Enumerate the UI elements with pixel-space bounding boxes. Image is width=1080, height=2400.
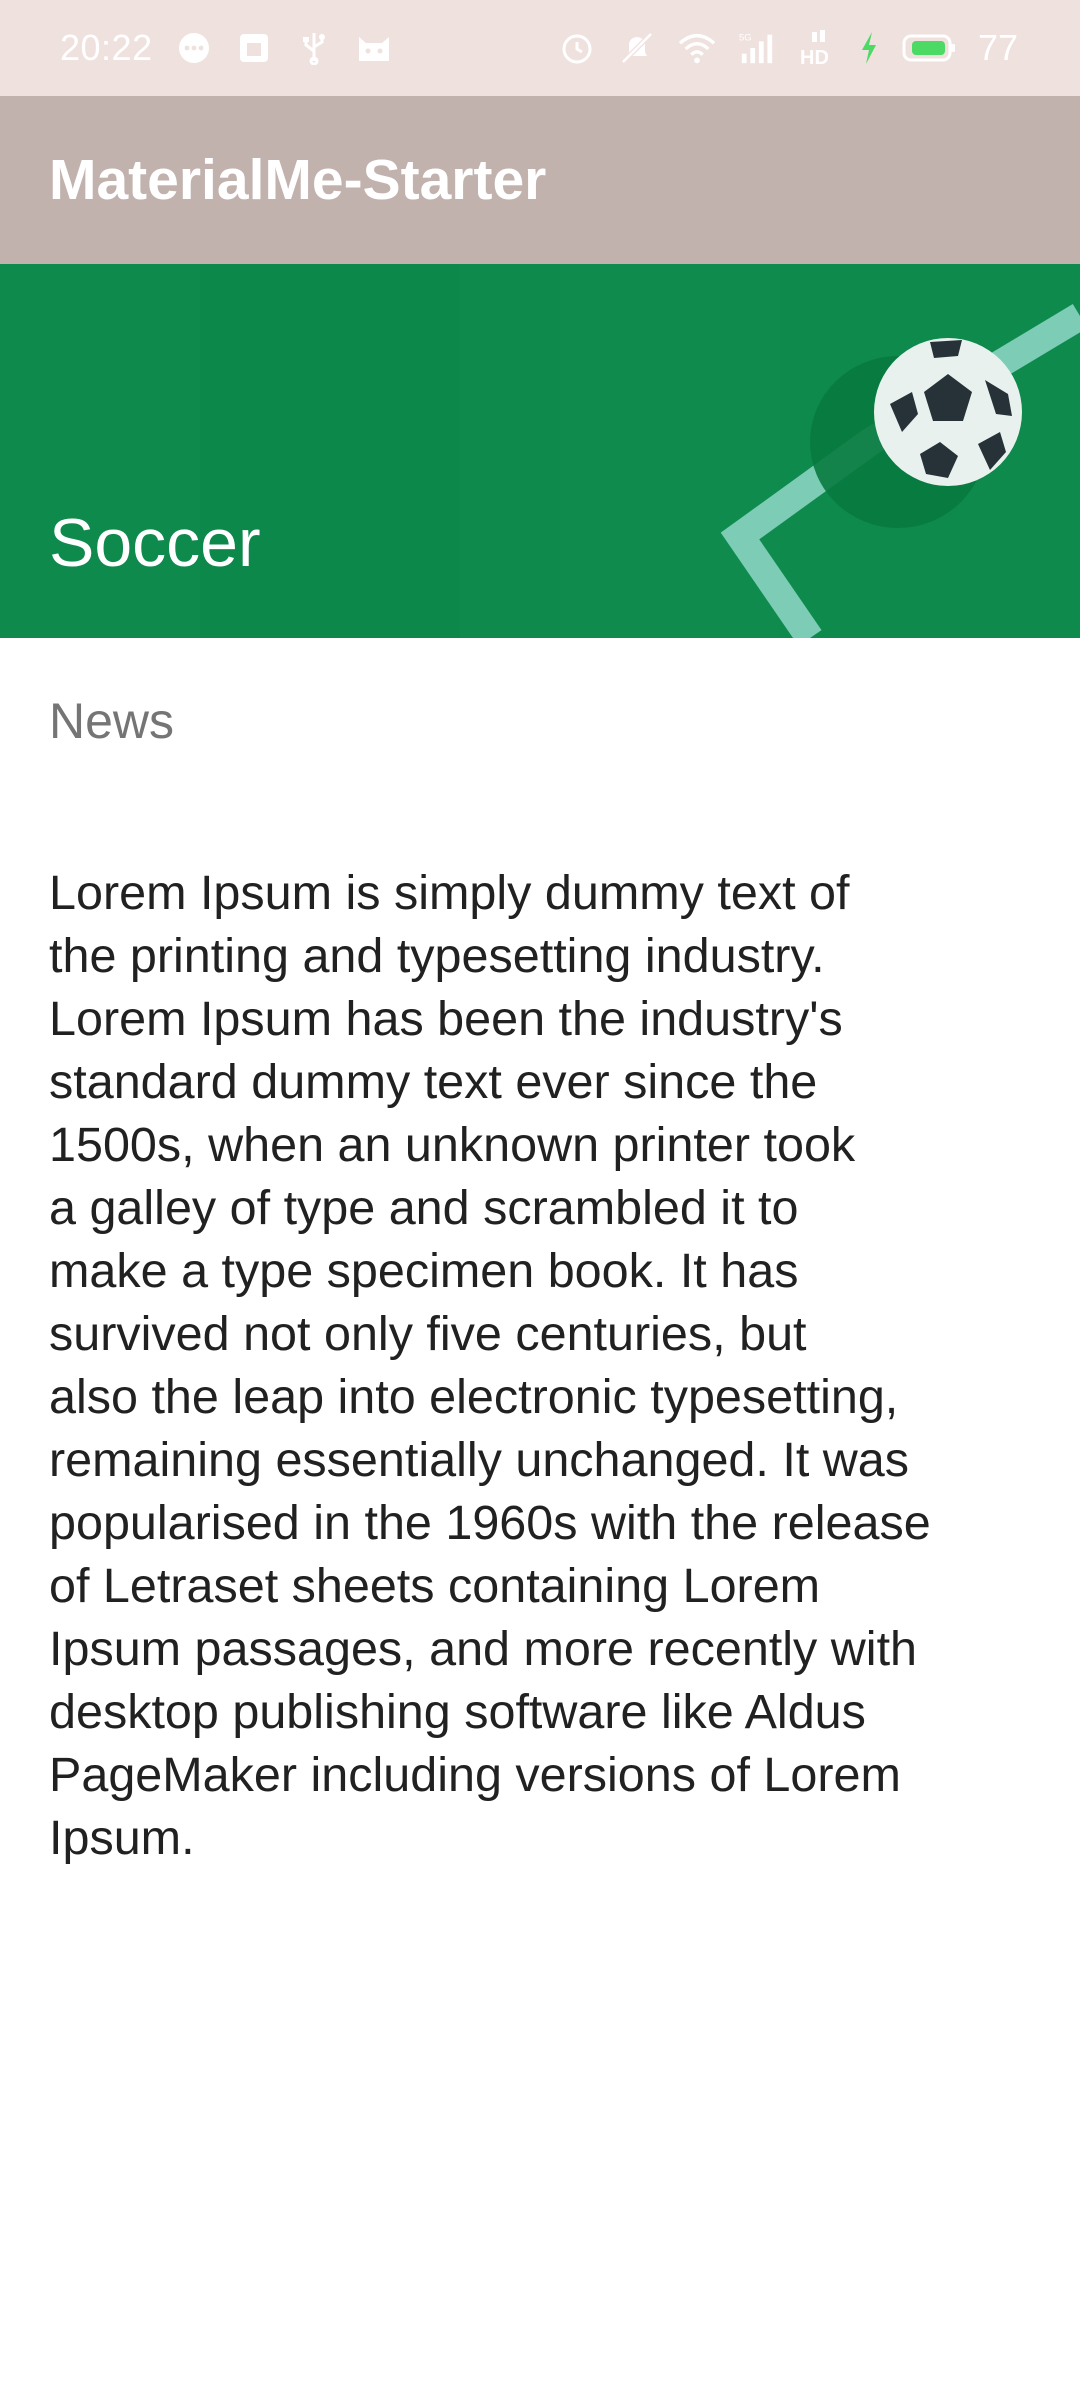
- svg-text:5G: 5G: [739, 32, 752, 43]
- alarm-icon: [558, 29, 596, 67]
- hd-icon: HD: [798, 29, 836, 67]
- sport-description: Lorem Ipsum is simply dummy text of the …: [49, 866, 931, 1865]
- sport-header-image: Soccer: [0, 264, 1080, 638]
- chat-bubble-icon: [175, 29, 213, 67]
- sport-title: Soccer: [49, 505, 261, 581]
- status-time: 20:22: [60, 27, 153, 68]
- app-bar: MaterialMe-Starter: [0, 96, 1080, 264]
- status-bar-right: 5G HD 77: [558, 27, 1018, 69]
- square-app-icon: [235, 29, 273, 67]
- charging-bolt-icon: [858, 29, 880, 67]
- signal-5g-icon: 5G: [738, 29, 776, 67]
- app-title: MaterialMe-Starter: [49, 148, 547, 212]
- battery-icon: [902, 29, 956, 67]
- cat-face-icon: [355, 29, 393, 67]
- battery-level: 77: [977, 27, 1018, 68]
- usb-icon: [295, 29, 333, 67]
- status-bar-left: 20:22: [60, 27, 393, 69]
- status-bar: 20:22 5G HD 77: [0, 0, 1080, 96]
- mute-icon: [618, 29, 656, 67]
- wifi-icon: [678, 29, 716, 67]
- svg-text:HD: HD: [800, 47, 829, 66]
- sport-subtitle: News: [49, 693, 175, 749]
